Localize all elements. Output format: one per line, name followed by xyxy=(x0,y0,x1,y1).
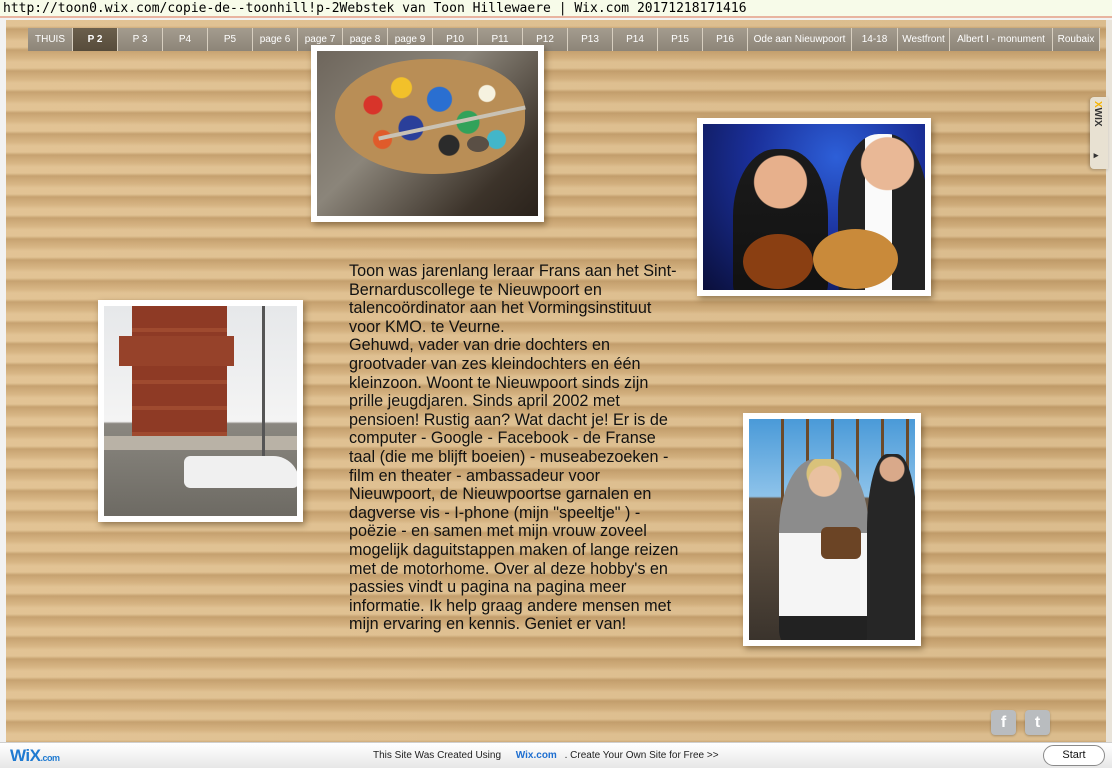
palette-photo xyxy=(311,45,544,222)
biography-text: Toon was jarenlang leraar Frans aan het … xyxy=(349,262,679,634)
promo-wix-link[interactable]: Wix.com xyxy=(516,750,557,761)
wix-promo-bar: WiX.com This Site Was Created Using Wix.… xyxy=(0,742,1112,768)
nav-item-p5[interactable]: P5 xyxy=(208,28,253,51)
paint-palette-image xyxy=(317,51,538,216)
start-button[interactable]: Start xyxy=(1043,745,1105,766)
twitter-icon[interactable]: t xyxy=(1025,710,1050,735)
nav-item-page6[interactable]: page 6 xyxy=(253,28,298,51)
main-navigation: THUIS P 2 P 3 P4 P5 page 6 page 7 page 8… xyxy=(28,28,1100,51)
nav-item-westfront[interactable]: Westfront xyxy=(898,28,950,51)
shrimp-woman-photo xyxy=(743,413,921,646)
promo-create-link[interactable]: . Create Your Own Site for Free >> xyxy=(565,750,719,761)
bio-paragraph-personal: Gehuwd, vader van drie dochters en groot… xyxy=(349,336,679,634)
nav-item-p13[interactable]: P13 xyxy=(568,28,613,51)
nav-item-p3[interactable]: P 3 xyxy=(118,28,163,51)
museum-harbour-image xyxy=(104,306,297,516)
wix-logo-icon: XWIX xyxy=(1092,101,1103,127)
musicians-photo xyxy=(697,118,931,296)
promo-text: This Site Was Created Using Wix.com . Cr… xyxy=(373,750,719,761)
promo-intro: This Site Was Created Using xyxy=(373,750,502,761)
nav-item-thuis[interactable]: THUIS xyxy=(28,28,73,51)
bio-paragraph-career: Toon was jarenlang leraar Frans aan het … xyxy=(349,262,677,336)
nav-item-albert-monument[interactable]: Albert I - monument xyxy=(950,28,1053,51)
facebook-icon[interactable]: f xyxy=(991,710,1016,735)
nav-item-ode-aan-nieuwpoort[interactable]: Ode aan Nieuwpoort xyxy=(748,28,852,51)
museum-photo xyxy=(98,300,303,522)
nav-item-p2[interactable]: P 2 xyxy=(73,28,118,51)
nav-item-p4[interactable]: P4 xyxy=(163,28,208,51)
musicians-image xyxy=(703,124,925,290)
nav-item-p15[interactable]: P15 xyxy=(658,28,703,51)
wix-side-tab[interactable]: XWIX ▸ xyxy=(1090,97,1108,169)
woman-with-basket-image xyxy=(749,419,915,640)
nav-item-14-18[interactable]: 14-18 xyxy=(852,28,898,51)
arrow-icon: ▸ xyxy=(1092,151,1102,161)
nav-item-p14[interactable]: P14 xyxy=(613,28,658,51)
archive-url-bar: http://toon0.wix.com/copie-de--toonhill!… xyxy=(0,0,1112,18)
nav-item-roubaix[interactable]: Roubaix xyxy=(1053,28,1100,51)
nav-item-p16[interactable]: P16 xyxy=(703,28,748,51)
wix-logo[interactable]: WiX.com xyxy=(10,746,60,766)
